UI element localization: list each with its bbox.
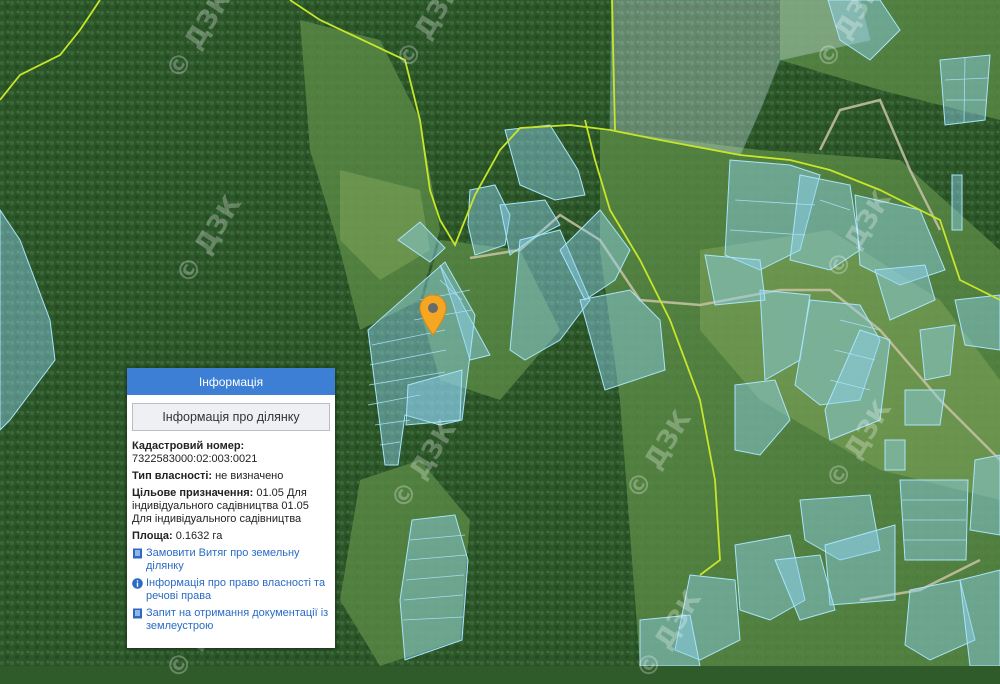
ownership-value: не визначено <box>212 470 284 482</box>
parcel-info-subtitle: Інформація про ділянку <box>162 409 300 424</box>
panel-header[interactable]: Інформація <box>127 368 335 395</box>
parcel-info-subheader: Інформація про ділянку <box>132 403 330 431</box>
cadastral-number-value: 7322583000:02:003:0021 <box>132 453 258 465</box>
cadastral-number-row: Кадастровий номер: 7322583000:02:003:002… <box>132 440 330 466</box>
ownership-label: Тип власності: <box>132 470 213 482</box>
area-row: Площа: 0.1632 га <box>132 530 330 543</box>
panel-body: Інформація про ділянку Кадастровий номер… <box>127 395 335 633</box>
info-icon <box>132 578 143 589</box>
ownership-info-label: Інформація про право власності та речові… <box>146 577 326 602</box>
document-icon <box>133 608 142 619</box>
land-docs-request-label: Запит на отримання документації із земле… <box>146 607 329 632</box>
info-panel: Інформація Інформація про ділянку Кадаст… <box>127 368 335 648</box>
purpose-label: Цільове призначення: <box>132 487 254 499</box>
cadastral-number-label: Кадастровий номер: <box>132 440 245 452</box>
ownership-info-link[interactable]: Інформація про право власності та речові… <box>132 577 330 603</box>
location-pin-icon[interactable] <box>419 294 447 336</box>
order-extract-label: Замовити Витяг про земельну ділянку <box>146 547 300 572</box>
panel-title: Інформація <box>198 374 264 389</box>
ownership-row: Тип власності: не визначено <box>132 470 330 483</box>
order-extract-link[interactable]: Замовити Витяг про земельну ділянку <box>132 547 330 573</box>
purpose-row: Цільове призначення: 01.05 Для індивідуа… <box>132 487 330 526</box>
area-label: Площа: <box>132 530 173 542</box>
document-icon <box>133 548 142 559</box>
area-value: 0.1632 га <box>172 530 223 542</box>
land-docs-request-link[interactable]: Запит на отримання документації із земле… <box>132 607 330 633</box>
